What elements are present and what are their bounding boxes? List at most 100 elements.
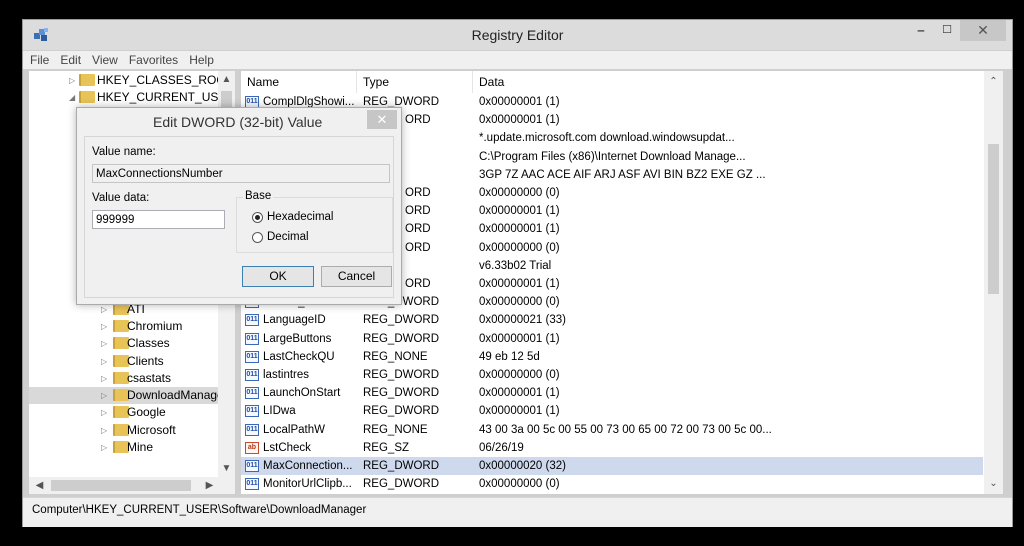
menu-edit[interactable]: Edit (53, 51, 85, 67)
menu-view[interactable]: View (85, 51, 122, 67)
expand-arrow-icon[interactable]: ▷ (69, 72, 77, 89)
minimize-button[interactable]: ‒ (908, 20, 934, 41)
close-button[interactable]: ✕ (960, 20, 1006, 41)
value-data: 3GP 7Z AAC ACE AIF ARJ ASF AVI BIN BZ2 E… (479, 168, 766, 181)
value-row[interactable]: 011 LargeButtons REG_DWORD 0x00000001 (1) (241, 330, 983, 348)
folder-icon (79, 91, 95, 103)
value-data: 0x00000001 (1) (479, 223, 560, 236)
value-data: 0x00000000 (0) (479, 369, 560, 381)
expand-arrow-icon[interactable]: ▷ (101, 404, 109, 421)
dialog-title-bar[interactable]: Edit DWORD (32-bit) Value ✕ (77, 108, 401, 135)
value-name: LastCheckQU (263, 350, 335, 363)
ok-button[interactable]: OK (242, 266, 314, 287)
value-name-label: Value name: (92, 146, 156, 158)
decimal-radio[interactable] (252, 232, 263, 243)
value-data: 0x00000001 (1) (479, 96, 560, 108)
expand-arrow-icon[interactable]: ▷ (101, 318, 109, 335)
value-row[interactable]: 011 LanguageID REG_DWORD 0x00000021 (33) (241, 311, 983, 329)
dialog-close-button[interactable]: ✕ (367, 110, 397, 129)
column-header-type[interactable]: Type (357, 71, 473, 93)
menu-bar: File Edit View Favorites Help (23, 51, 1012, 69)
scroll-up-icon[interactable]: ▲ (218, 71, 235, 88)
scroll-left-icon[interactable]: ◀ (31, 477, 48, 494)
value-data: 49 eb 12 5d (479, 350, 540, 363)
expand-arrow-icon[interactable]: ▷ (101, 422, 109, 439)
value-type: REG_DWORD (363, 405, 440, 418)
tree-horizontal-scrollbar[interactable]: ◀ ▶ (29, 477, 235, 494)
list-vertical-scrollbar[interactable]: ⌃ ⌄ (984, 71, 1003, 494)
tree-item[interactable]: ▷ Google (29, 404, 218, 421)
value-name-field[interactable] (92, 164, 390, 183)
tree-item[interactable]: ▷ Microsoft (29, 422, 218, 439)
value-row[interactable]: 011 LIDwa REG_DWORD 0x00000001 (1) (241, 402, 983, 420)
tree-item-label: Google (127, 405, 166, 420)
list-scroll-up-icon[interactable]: ⌃ (985, 73, 1002, 90)
value-type: REG_SZ (363, 441, 410, 454)
expand-arrow-icon[interactable]: ▷ (101, 370, 109, 387)
expand-arrow-icon[interactable]: ▷ (101, 387, 109, 404)
hexadecimal-radio[interactable] (252, 212, 263, 223)
value-data: 06/26/19 (479, 441, 524, 454)
status-bar: Computer\HKEY_CURRENT_USER\Software\Down… (23, 497, 1012, 527)
decimal-label[interactable]: Decimal (267, 231, 309, 243)
value-row[interactable]: 011 MaxConnection... REG_DWORD 0x00000020 (… (241, 457, 983, 475)
value-name: LargeButtons (263, 332, 332, 345)
list-scroll-down-icon[interactable]: ⌄ (985, 475, 1002, 492)
expand-arrow-icon[interactable]: ◢ (69, 89, 77, 106)
tree-item[interactable]: ▷ HKEY_CLASSES_ROOT (29, 72, 233, 89)
value-data: v6.33b02 Trial (479, 259, 552, 272)
list-scroll-thumb[interactable] (988, 144, 999, 294)
maximize-button[interactable]: ☐ (934, 20, 960, 41)
value-row[interactable]: 011 lastintres REG_DWORD 0x00000000 (0) (241, 366, 983, 384)
expand-arrow-icon[interactable]: ▷ (101, 335, 109, 352)
tree-item[interactable]: ◢ HKEY_CURRENT_USER (29, 89, 235, 106)
tree-hscroll-thumb[interactable] (51, 480, 191, 491)
value-type: REG_NONE (363, 350, 428, 363)
cancel-button[interactable]: Cancel (321, 266, 392, 287)
value-type: REG_DWORD (363, 387, 440, 400)
value-row[interactable]: ab LstCheck REG_SZ 06/26/19 (241, 439, 983, 457)
tree-item[interactable]: ▷ Mine (29, 439, 218, 456)
tree-item[interactable]: ▷ Clients (29, 353, 218, 370)
value-type: REG_DWORD (363, 314, 440, 327)
tree-item[interactable]: ▷ DownloadManage (29, 387, 224, 405)
tree-item[interactable]: ▷ Chromium (29, 318, 218, 335)
tree-item-label: DownloadManage (127, 388, 224, 403)
value-data-input[interactable] (92, 210, 225, 229)
tree-item-label: HKEY_CLASSES_ROOT (97, 73, 234, 87)
menu-help[interactable]: Help (182, 51, 218, 67)
value-row[interactable]: 011 LocalPathW REG_NONE 43 00 3a 00 5c 00 5… (241, 421, 983, 439)
tree-item-label: HKEY_CURRENT_USER (97, 90, 235, 104)
tree-item-label: Microsoft (127, 422, 176, 437)
binary-value-icon: 011 (245, 387, 259, 400)
column-header-data[interactable]: Data (473, 71, 983, 93)
binary-value-icon: 011 (245, 478, 259, 491)
value-data: 43 00 3a 00 5c 00 55 00 73 00 65 00 72 0… (479, 423, 772, 436)
menu-file[interactable]: File (23, 51, 53, 67)
scroll-right-icon[interactable]: ▶ (201, 477, 218, 494)
value-row[interactable]: 011 LaunchOnStart REG_DWORD 0x00000001 (1) (241, 384, 983, 402)
value-data: 0x00000001 (1) (479, 205, 560, 218)
expand-arrow-icon[interactable]: ▷ (101, 353, 109, 370)
tree-item[interactable]: ▷ Classes (29, 335, 218, 352)
column-header-name[interactable]: Name (241, 71, 357, 93)
value-row[interactable]: 011 LastCheckQU REG_NONE 49 eb 12 5d (241, 348, 983, 366)
binary-value-icon: 011 (245, 350, 259, 363)
window-title: Registry Editor (471, 27, 564, 43)
value-data: 0x00000000 (0) (479, 296, 560, 309)
dialog-body: Value name: Value data: Base Hexadecimal… (84, 136, 394, 298)
value-type: REG_DWORD (363, 332, 440, 345)
scroll-down-icon[interactable]: ▼ (218, 460, 235, 477)
value-row[interactable]: 011 MonitorUrlClipb... REG_DWORD 0x00000000… (241, 475, 983, 493)
expand-arrow-icon[interactable]: ▷ (101, 439, 109, 456)
hexadecimal-label[interactable]: Hexadecimal (267, 211, 333, 223)
value-data: 0x00000001 (1) (479, 278, 560, 290)
tree-item-label: Clients (127, 353, 164, 368)
title-bar[interactable]: Registry Editor ‒ ☐ ✕ (23, 20, 1012, 50)
value-data-label: Value data: (92, 192, 150, 204)
value-data: *.update.microsoft.com download.windowsu… (479, 132, 735, 145)
binary-value-icon: 011 (245, 369, 259, 381)
menu-favorites[interactable]: Favorites (122, 51, 182, 67)
value-data: C:\Program Files (x86)\Internet Download… (479, 150, 746, 163)
tree-item[interactable]: ▷ csastats (29, 370, 218, 387)
